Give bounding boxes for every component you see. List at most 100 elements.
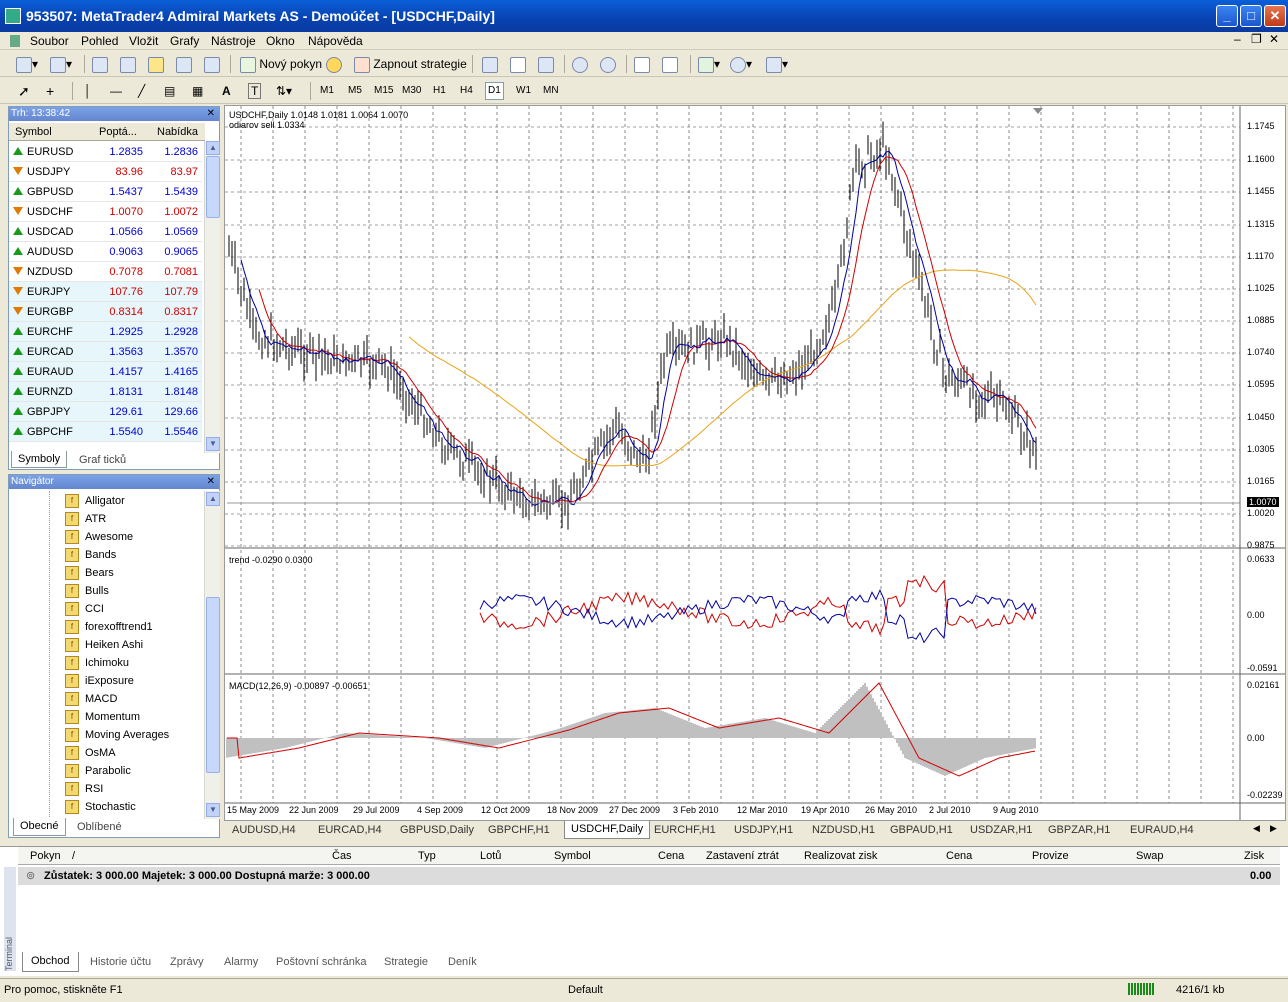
tf-h4[interactable]: H4	[460, 84, 473, 98]
tf-m15[interactable]: M15	[374, 84, 393, 98]
tf-m1[interactable]: M1	[320, 84, 334, 98]
tf-w1[interactable]: W1	[516, 84, 531, 98]
col-swap[interactable]: Swap	[1136, 850, 1164, 862]
candlestick-button[interactable]	[510, 55, 526, 74]
col-sort[interactable]: /	[72, 850, 75, 862]
market-row-eurnzd[interactable]: EURNZD 1.8131 1.8148	[9, 382, 202, 402]
menu-okno[interactable]: Okno	[266, 34, 295, 48]
menu-pohled[interactable]: Pohled	[81, 34, 118, 48]
vertical-line-button[interactable]: │	[84, 82, 92, 101]
nav-scroll-up-icon[interactable]: ▲	[206, 492, 220, 506]
chart-window[interactable]: USDCHF,Daily 1.0148 1.0181 1.0064 1.0070…	[224, 105, 1286, 821]
terminal-tab-5[interactable]: Strategie	[384, 956, 428, 968]
maximize-button[interactable]: □	[1240, 5, 1262, 27]
chart-tab-usdchf-daily[interactable]: USDCHF,Daily	[564, 821, 651, 839]
col-tp[interactable]: Realizovat zisk	[804, 850, 877, 862]
col-ask[interactable]: Nabídka	[157, 126, 198, 138]
chart-tab-nzdusd-h1[interactable]: NZDUSD,H1	[812, 824, 875, 836]
mdi-minimize-icon[interactable]: –	[1234, 32, 1241, 46]
horizontal-line-button[interactable]: —	[110, 82, 122, 101]
chart-shift-button[interactable]	[662, 55, 678, 74]
market-watch-scrollbar[interactable]: ▲ ▼	[204, 141, 220, 453]
chart-tab-eurcad-h4[interactable]: EURCAD,H4	[318, 824, 382, 836]
equidistant-channel-button[interactable]: ▤	[164, 82, 175, 101]
market-row-euraud[interactable]: EURAUD 1.4157 1.4165	[9, 362, 202, 382]
chart-tab-euraud-h4[interactable]: EURAUD,H4	[1130, 824, 1194, 836]
tf-m5[interactable]: M5	[348, 84, 362, 98]
market-row-eurchf[interactable]: EURCHF 1.2925 1.2928	[9, 322, 202, 342]
text-label-button[interactable]: T	[248, 82, 262, 101]
tab-tick-chart[interactable]: Graf ticků	[79, 454, 126, 466]
menu-vlozit[interactable]: Vložit	[129, 34, 158, 48]
balance-row[interactable]: ⊚ Zůstatek: 3 000.00 Majetek: 3 000.00 D…	[18, 867, 1280, 885]
col-order[interactable]: Pokyn	[30, 850, 61, 862]
profiles-button[interactable]: ▾	[50, 55, 72, 74]
col-profit[interactable]: Zisk	[1244, 850, 1264, 862]
col-sl[interactable]: Zastavení ztrát	[706, 850, 779, 862]
market-row-eurusd[interactable]: EURUSD 1.2835 1.2836	[9, 142, 202, 162]
terminal-tab-1[interactable]: Historie účtu	[90, 956, 151, 968]
line-chart-button[interactable]	[538, 55, 554, 74]
chart-tab-eurchf-h1[interactable]: EURCHF,H1	[654, 824, 716, 836]
menu-napoveda[interactable]: Nápověda	[308, 34, 363, 48]
cursor-button[interactable]: ➚	[18, 82, 30, 101]
market-row-nzdusd[interactable]: NZDUSD 0.7078 0.7081	[9, 262, 202, 282]
minimize-button[interactable]: _	[1216, 5, 1238, 27]
market-watch-close-icon[interactable]: ✕	[207, 107, 215, 121]
arrows-button[interactable]: ⇅▾	[276, 82, 292, 101]
crosshair-tool-button[interactable]: +	[46, 82, 54, 101]
chart-tab-gbpusd-daily[interactable]: GBPUSD,Daily	[400, 824, 474, 836]
col-price[interactable]: Cena	[658, 850, 684, 862]
col-commission[interactable]: Provize	[1032, 850, 1069, 862]
tab-scroll-left-icon[interactable]: ◀	[1253, 823, 1260, 834]
terminal-tab-4[interactable]: Poštovní schránka	[276, 956, 367, 968]
menu-grafy[interactable]: Grafy	[170, 34, 199, 48]
tf-h1[interactable]: H1	[433, 84, 446, 98]
fibonacci-button[interactable]: ▦	[192, 82, 203, 101]
navigator-close-icon[interactable]: ✕	[207, 475, 215, 489]
mdi-close-icon[interactable]: ✕	[1269, 32, 1279, 46]
tf-d1[interactable]: D1	[485, 82, 504, 100]
text-button[interactable]: A	[222, 82, 231, 101]
zoom-out-button[interactable]	[600, 55, 616, 74]
col-symbol[interactable]: Symbol	[15, 126, 52, 138]
terminal-button[interactable]	[176, 55, 192, 74]
tf-m30[interactable]: M30	[402, 84, 421, 98]
terminal-tab-2[interactable]: Zprávy	[170, 956, 204, 968]
col-symbol-t[interactable]: Symbol	[554, 850, 591, 862]
zoom-in-button[interactable]	[572, 55, 588, 74]
new-order-button[interactable]: Nový pokyn	[240, 55, 322, 74]
menu-nastroje[interactable]: Nástroje	[211, 34, 256, 48]
col-type[interactable]: Typ	[418, 850, 436, 862]
market-row-usdcad[interactable]: USDCAD 1.0566 1.0569	[9, 222, 202, 242]
chart-tab-gbpaud-h1[interactable]: GBPAUD,H1	[890, 824, 953, 836]
navigator-button[interactable]	[148, 55, 164, 74]
autoscroll-button[interactable]	[634, 55, 650, 74]
start-strategy-button[interactable]: Zapnout strategie	[354, 55, 467, 74]
terminal-tab-0[interactable]: Obchod	[22, 952, 79, 972]
market-row-usdchf[interactable]: USDCHF 1.0070 1.0072	[9, 202, 202, 222]
chart-tab-usdzar-h1[interactable]: USDZAR,H1	[970, 824, 1032, 836]
trendline-button[interactable]: ╱	[138, 82, 145, 101]
col-lots[interactable]: Lotů	[480, 850, 501, 862]
market-row-eurcad[interactable]: EURCAD 1.3563 1.3570	[9, 342, 202, 362]
scroll-thumb[interactable]	[206, 156, 220, 218]
periods-button[interactable]: ▾	[730, 55, 752, 74]
market-row-gbpchf[interactable]: GBPCHF 1.5540 1.5546	[9, 422, 202, 442]
tab-symbols[interactable]: Symboly	[11, 451, 68, 468]
scroll-down-icon[interactable]: ▼	[206, 437, 220, 451]
templates-button[interactable]: ▾	[766, 55, 788, 74]
metaeditor-button[interactable]	[326, 55, 342, 74]
chart-tab-audusd-h4[interactable]: AUDUSD,H4	[232, 824, 296, 836]
tab-general[interactable]: Obecné	[13, 818, 66, 836]
market-row-usdjpy[interactable]: USDJPY 83.96 83.97	[9, 162, 202, 182]
price-chart[interactable]	[225, 106, 1285, 820]
nav-scroll-thumb[interactable]	[206, 597, 220, 773]
close-button[interactable]: ✕	[1264, 5, 1286, 27]
market-row-gbpusd[interactable]: GBPUSD 1.5437 1.5439	[9, 182, 202, 202]
scroll-up-icon[interactable]: ▲	[206, 141, 220, 155]
tab-favorites[interactable]: Oblíbené	[77, 821, 122, 833]
chart-tab-gbpchf-h1[interactable]: GBPCHF,H1	[488, 824, 550, 836]
col-bid[interactable]: Poptá...	[99, 126, 137, 138]
indicators-button[interactable]: ▾	[698, 55, 720, 74]
